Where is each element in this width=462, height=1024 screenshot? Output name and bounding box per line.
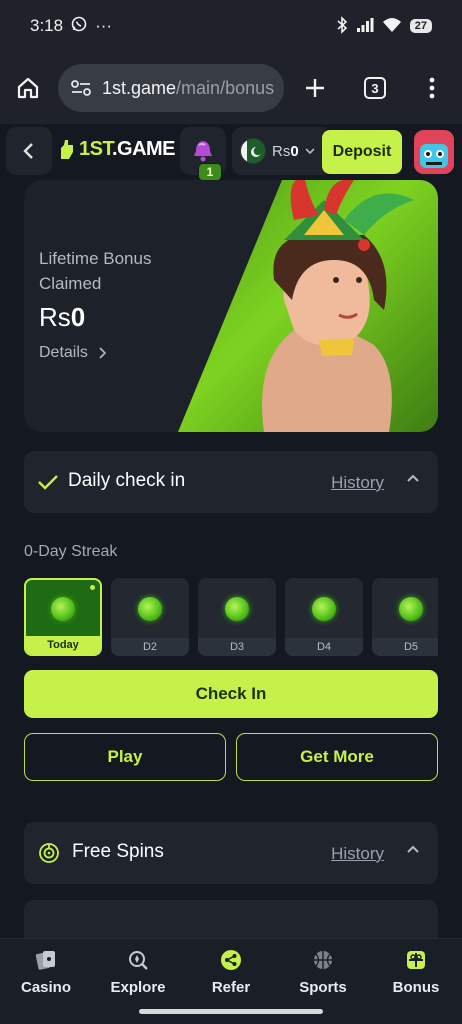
coin-icon	[312, 597, 336, 621]
url-bar[interactable]: 1st.game/main/bonus	[58, 64, 284, 112]
chevron-right-icon	[99, 347, 106, 359]
site-header: 1ST.GAME 1 Rs0 Deposit	[0, 124, 462, 181]
hero-character-illustration	[262, 180, 414, 432]
logo-hand-icon	[61, 139, 73, 159]
basketball-icon	[312, 949, 334, 971]
tab-count: 3	[364, 77, 386, 99]
nav-refer[interactable]: Refer	[186, 949, 276, 996]
active-dot	[90, 585, 95, 590]
day-2[interactable]: D2	[111, 578, 189, 656]
nav-casino[interactable]: Casino	[1, 949, 91, 996]
balance-selector[interactable]: Rs0	[232, 127, 326, 175]
free-spins-header[interactable]: Free Spins History	[24, 822, 438, 884]
balance-amount: 0	[290, 142, 299, 160]
daily-checkin-header[interactable]: Daily check in History	[24, 451, 438, 513]
day-4[interactable]: D4	[285, 578, 363, 656]
avatar[interactable]	[414, 130, 454, 174]
day-today[interactable]: Today	[24, 578, 102, 656]
url-path: /main/bonus	[176, 77, 275, 98]
lifetime-bonus-label: Lifetime Bonus Claimed	[39, 249, 152, 293]
home-indicator[interactable]	[139, 1009, 323, 1014]
back-button[interactable]	[6, 127, 52, 175]
hero-amount-value: 0	[70, 302, 86, 332]
balance-currency: Rs	[272, 142, 291, 160]
checkmark-icon	[38, 475, 58, 490]
status-time: 3:18	[30, 16, 64, 35]
status-bar: 3:18 ··· 27	[0, 0, 462, 52]
chevron-down-icon	[305, 148, 315, 155]
browser-menu-icon[interactable]	[428, 76, 436, 100]
day-5[interactable]: D5	[372, 578, 438, 656]
tab-switcher-button[interactable]: 3	[364, 77, 386, 99]
signal-icon	[356, 17, 374, 36]
details-label: Details	[39, 344, 88, 361]
new-tab-icon[interactable]	[303, 76, 327, 100]
day-label: D3	[198, 638, 276, 656]
wheel-icon	[39, 843, 59, 863]
explore-search-icon	[127, 949, 149, 971]
streak-label: 0-Day Streak	[24, 543, 118, 560]
whatsapp-icon	[71, 16, 87, 37]
gift-icon	[405, 949, 427, 971]
bell-icon	[194, 141, 212, 162]
nav-explore[interactable]: Explore	[93, 949, 183, 996]
nav-sports[interactable]: Sports	[278, 949, 368, 996]
bluetooth-icon	[336, 15, 348, 37]
chevron-left-icon	[23, 143, 33, 159]
details-link[interactable]: Details	[39, 344, 106, 362]
casino-cards-icon	[35, 949, 57, 971]
url-host: 1st.game	[102, 77, 177, 98]
logo-suffix: .GAME	[111, 138, 176, 160]
coin-icon	[225, 597, 249, 621]
day-label: D2	[111, 638, 189, 656]
wifi-icon	[382, 17, 402, 36]
check-in-button[interactable]: Check In	[24, 670, 438, 718]
daily-checkin-title: Daily check in	[68, 470, 186, 491]
deposit-button[interactable]: Deposit	[322, 130, 402, 174]
nav-label: Sports	[299, 979, 347, 996]
status-more-icon: ···	[95, 16, 113, 35]
pakistan-flag-icon	[240, 138, 266, 164]
nav-label: Casino	[20, 979, 71, 996]
nav-bonus[interactable]: Bonus	[371, 949, 461, 996]
logo-prefix: 1ST	[79, 138, 112, 160]
nav-label: Refer	[211, 979, 251, 996]
lifetime-bonus-amount: Rs0	[39, 302, 85, 333]
site-settings-icon[interactable]	[70, 79, 92, 97]
browser-toolbar: 1st.game/main/bonus 3	[0, 52, 462, 124]
get-more-button[interactable]: Get More	[236, 733, 438, 781]
play-button[interactable]: Play	[24, 733, 226, 781]
nav-label: Explore	[110, 979, 166, 996]
lifetime-bonus-card: Lifetime Bonus Claimed Rs0 Details	[24, 180, 438, 432]
battery-icon: 27	[409, 19, 432, 33]
checkin-days-list: Today D2 D3 D4 D5	[24, 578, 438, 656]
coin-icon	[51, 597, 75, 621]
home-icon[interactable]	[16, 76, 40, 100]
day-label: D4	[285, 638, 363, 656]
free-spins-title: Free Spins	[72, 841, 164, 862]
chevron-up-icon[interactable]	[406, 473, 420, 483]
nav-label: Bonus	[392, 979, 440, 996]
day-3[interactable]: D3	[198, 578, 276, 656]
chevron-up-icon[interactable]	[406, 844, 420, 854]
share-icon	[220, 949, 242, 971]
daily-checkin-history-link[interactable]: History	[331, 473, 384, 493]
day-label: Today	[26, 636, 100, 654]
coin-icon	[138, 597, 162, 621]
coin-icon	[399, 597, 423, 621]
site-logo[interactable]: 1ST.GAME	[58, 138, 176, 161]
notifications-button[interactable]: 1	[180, 127, 226, 181]
hero-currency: Rs	[39, 302, 71, 332]
notification-badge: 1	[198, 163, 222, 181]
day-label: D5	[372, 638, 438, 656]
free-spins-history-link[interactable]: History	[331, 844, 384, 864]
